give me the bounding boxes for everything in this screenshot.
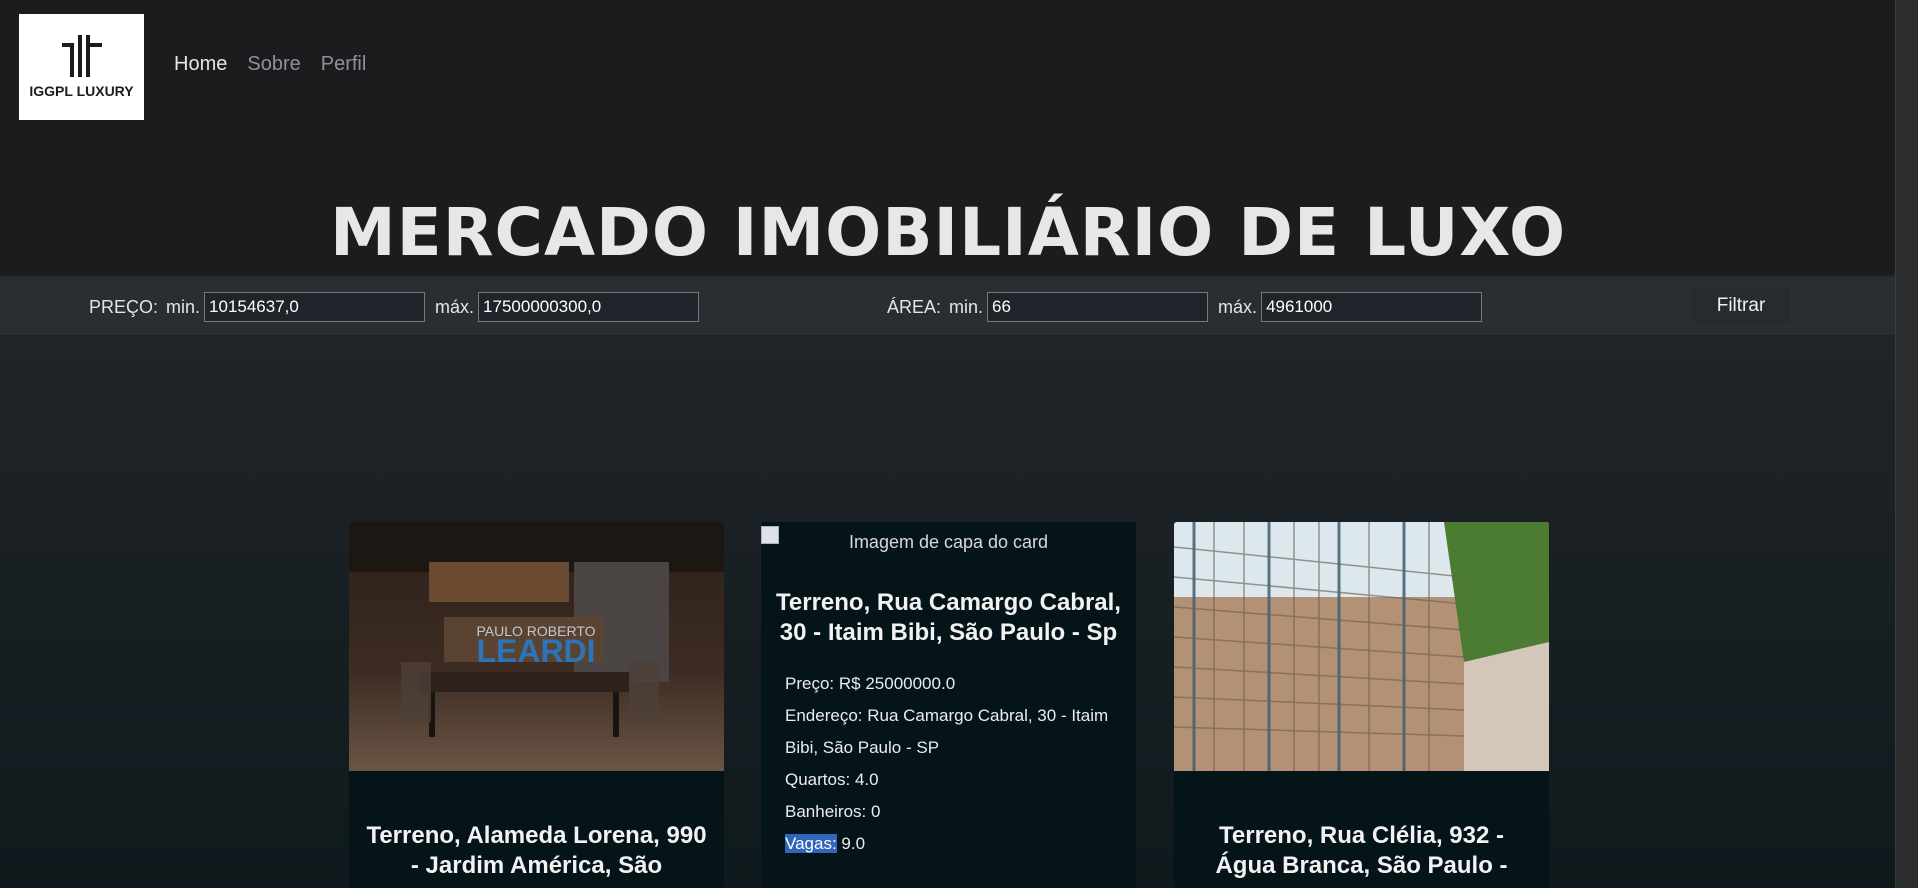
filter-bar: PREÇO: min. máx. ÁREA: min. máx. Filtrar (0, 277, 1896, 335)
price-min-label: min. (166, 296, 201, 317)
price-min-input[interactable] (204, 292, 426, 322)
kitchen-image: PAULO ROBERTO LEARDI (349, 522, 724, 771)
brand-logo[interactable]: IGGPL LUXURY (19, 14, 144, 120)
price-label: Preço: (785, 674, 835, 693)
baths-row: Banheiros: 0 (785, 796, 1126, 828)
broken-image: Imagem de capa do card (761, 522, 1136, 556)
nav-perfil[interactable]: Perfil (321, 53, 367, 76)
area-filter-group: ÁREA: min. máx. (887, 292, 1492, 322)
property-card-2[interactable]: Imagem de capa do card Terreno, Rua Cama… (761, 522, 1136, 888)
property-card-1[interactable]: PAULO ROBERTO LEARDI Terreno, Alameda Lo… (349, 522, 724, 888)
rooms-row: Quartos: 4.0 (785, 764, 1126, 796)
baths-label: Banheiros: (785, 802, 867, 821)
filter-button[interactable]: Filtrar (1692, 288, 1790, 324)
spots-value: 9.0 (841, 834, 866, 853)
rooms-value: 4.0 (854, 770, 879, 789)
card-body: Terreno, Alameda Lorena, 990 - Jardim Am… (349, 821, 724, 881)
baths-value: 0 (871, 802, 881, 821)
card-image-alt: Imagem de capa do card (848, 531, 1049, 552)
price-max-label: máx. (435, 296, 475, 317)
spots-label: Vagas: (785, 834, 837, 853)
card-image-lot (1174, 522, 1549, 771)
logo-mark-icon (61, 35, 102, 77)
page-title: MERCADO IMOBILIÁRIO DE LUXO (329, 194, 1567, 272)
price-label: PREÇO: (89, 296, 159, 317)
area-label: ÁREA: (887, 296, 942, 317)
address-label: Endereço: (785, 706, 863, 725)
lot-image (1174, 522, 1549, 771)
price-filter-group: PREÇO: min. máx. (89, 292, 709, 322)
spots-row: Vagas: 9.0 (785, 828, 1126, 860)
price-value: R$ 25000000.0 (838, 674, 956, 693)
card-title: Terreno, Rua Clélia, 932 - Água Branca, … (1215, 822, 1508, 879)
card-title: Terreno, Rua Camargo Cabral, 30 - Itaim … (776, 589, 1121, 646)
address-row: Endereço: Rua Camargo Cabral, 30 - Itaim… (785, 700, 1126, 764)
card-details: Preço: R$ 25000000.0 Endereço: Rua Camar… (761, 668, 1136, 860)
card-body: Terreno, Rua Clélia, 932 - Água Branca, … (1174, 821, 1549, 881)
card-body: Terreno, Rua Camargo Cabral, 30 - Itaim … (761, 588, 1136, 648)
vertical-scrollbar[interactable] (1895, 0, 1918, 888)
property-card-3[interactable]: Terreno, Rua Clélia, 932 - Água Branca, … (1174, 522, 1549, 888)
price-row: Preço: R$ 25000000.0 (785, 668, 1126, 700)
nav-home[interactable]: Home (174, 53, 227, 76)
svg-text:LEARDI: LEARDI (476, 633, 595, 669)
card-title: Terreno, Alameda Lorena, 990 - Jardim Am… (366, 822, 707, 879)
area-max-input[interactable] (1261, 292, 1483, 322)
price-max-input[interactable] (478, 292, 700, 322)
area-min-label: min. (949, 296, 984, 317)
rooms-label: Quartos: (785, 770, 851, 789)
broken-image-icon (761, 526, 779, 544)
logo-text: IGGPL LUXURY (29, 83, 134, 99)
nav-sobre[interactable]: Sobre (247, 53, 300, 76)
main-navigation: Home Sobre Perfil (174, 53, 366, 76)
page: IGGPL LUXURY Home Sobre Perfil MERCADO I… (0, 0, 1918, 888)
card-image-kitchen: PAULO ROBERTO LEARDI (349, 522, 724, 771)
area-max-label: máx. (1218, 296, 1258, 317)
area-min-input[interactable] (987, 292, 1209, 322)
